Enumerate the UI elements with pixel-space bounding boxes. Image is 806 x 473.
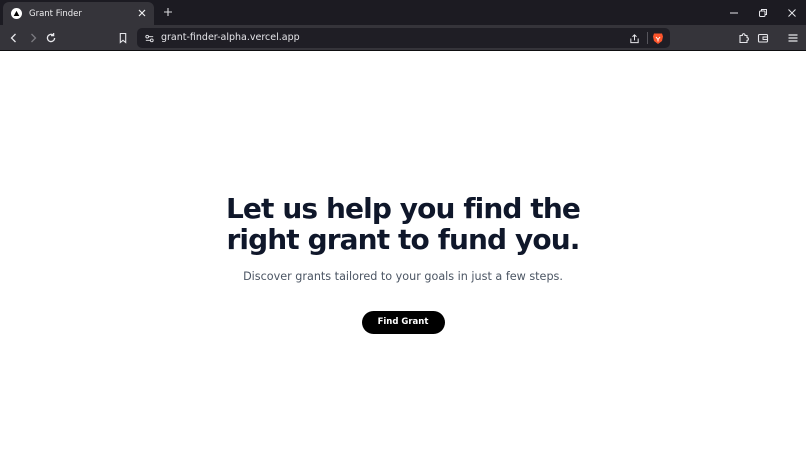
close-icon[interactable] [136, 7, 148, 19]
headline-line-2: right grant to fund you. [226, 223, 581, 256]
find-grant-button[interactable]: Find Grant [361, 311, 445, 334]
restore-icon [758, 8, 767, 17]
arrow-right-icon [31, 33, 37, 43]
plus-icon [164, 8, 172, 16]
site-settings-icon[interactable] [140, 29, 158, 47]
close-window-button[interactable] [777, 0, 806, 25]
brave-lion-icon[interactable] [649, 29, 667, 47]
hamburger-menu-icon [788, 34, 798, 42]
address-bar[interactable]: grant-finder-alpha.vercel.app [137, 28, 670, 48]
wallet-button[interactable] [754, 29, 772, 47]
extensions-button[interactable] [735, 29, 753, 47]
headline-line-1: Let us help you find the [225, 192, 581, 225]
reload-icon [46, 33, 56, 43]
hero-section: Let us help you find the right grant to … [0, 193, 806, 334]
close-icon [787, 8, 796, 17]
reload-button[interactable] [42, 29, 60, 47]
browser-toolbar: grant-finder-alpha.vercel.app [0, 25, 806, 51]
wallet-icon [757, 33, 769, 43]
address-bar-divider [647, 32, 648, 44]
back-button[interactable] [5, 29, 23, 47]
minimize-icon [729, 12, 738, 13]
hero-subtitle: Discover grants tailored to your goals i… [243, 270, 563, 283]
window-controls [719, 0, 806, 25]
restore-button[interactable] [748, 0, 777, 25]
puzzle-icon [739, 33, 749, 44]
share-icon[interactable] [625, 29, 643, 47]
tab-title: Grant Finder [29, 8, 82, 19]
hero-headline: Let us help you find the right grant to … [0, 193, 806, 255]
tab-strip: Grant Finder [0, 0, 806, 25]
bookmark-icon [119, 32, 127, 44]
tab-grant-finder[interactable]: Grant Finder [3, 2, 154, 25]
bookmark-button[interactable] [114, 29, 132, 47]
vercel-triangle-icon [11, 8, 22, 19]
url-text[interactable]: grant-finder-alpha.vercel.app [161, 32, 300, 43]
menu-button[interactable] [784, 29, 802, 47]
forward-button[interactable] [24, 29, 42, 47]
arrow-left-icon [10, 33, 16, 43]
new-tab-button[interactable] [162, 5, 174, 19]
minimize-button[interactable] [719, 0, 748, 25]
